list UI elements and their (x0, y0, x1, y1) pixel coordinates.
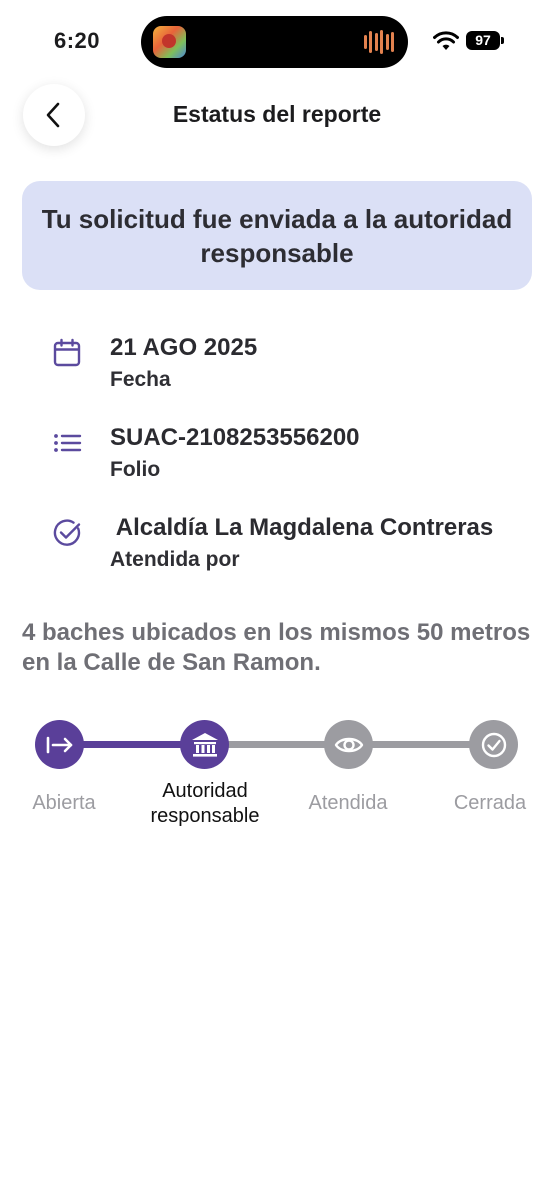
arrow-to-right-icon (46, 736, 72, 753)
step-label-cerrada: Cerrada (453, 792, 527, 814)
wifi-icon (433, 31, 459, 50)
audio-waveform-icon (364, 30, 394, 54)
folio-label: Folio (110, 458, 161, 481)
report-description: 4 baches ubicados en los mismos 50 metro… (22, 619, 531, 676)
folio-value: SUAC-2108253556200 (110, 424, 360, 451)
status-time: 6:20 (54, 28, 101, 53)
status-banner: Tu solicitud fue enviada a la autoridad … (22, 181, 532, 290)
authority-value: Alcaldía La Magdalena Contreras (110, 514, 494, 541)
step-label-atendida: Atendida (308, 792, 388, 814)
folio-row: SUAC-2108253556200 Folio (0, 424, 554, 484)
step-atendida (324, 720, 373, 769)
check-circle-icon (481, 732, 506, 757)
status-bar: 6:20 97 (0, 0, 554, 80)
authority-label: Atendida por (110, 548, 240, 571)
bank-building-icon (191, 732, 218, 757)
status-banner-text: Tu solicitud fue enviada a la autoridad … (41, 203, 513, 268)
step-label-autoridad-responsable: Autoridad responsable (150, 780, 260, 827)
dynamic-island[interactable] (141, 16, 408, 68)
now-playing-artwork-icon (153, 26, 186, 58)
date-row: 21 AGO 2025 Fecha (0, 334, 554, 394)
battery-icon: 97 (466, 31, 504, 50)
attended-by-row: Alcaldía La Magdalena Contreras Atendida… (0, 514, 554, 574)
step-cerrada (469, 720, 518, 769)
date-value: 21 AGO 2025 (110, 334, 258, 361)
step-abierta (35, 720, 84, 769)
date-label: Fecha (110, 368, 171, 391)
list-icon (54, 434, 82, 452)
step-autoridad-responsable (180, 720, 229, 769)
step-label-abierta: Abierta (32, 792, 96, 814)
eye-icon (334, 737, 363, 752)
calendar-icon (53, 338, 81, 367)
check-circle-icon (53, 519, 81, 546)
page-title: Estatus del reporte (172, 101, 382, 127)
